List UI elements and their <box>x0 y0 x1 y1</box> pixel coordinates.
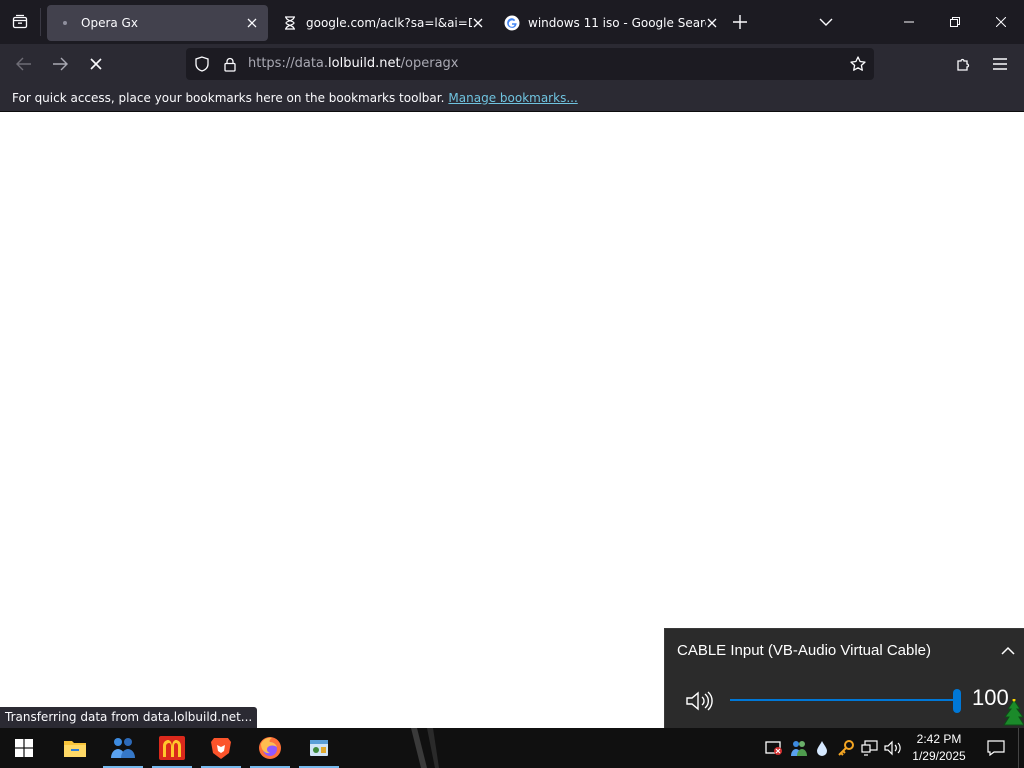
list-all-tabs-button[interactable] <box>806 0 846 44</box>
new-tab-button[interactable] <box>720 0 760 44</box>
bookmarks-hint-text: For quick access, place your bookmarks h… <box>12 90 445 105</box>
xmas-tree-cursor-icon <box>1003 699 1024 726</box>
back-button[interactable] <box>8 48 40 80</box>
network-tray-icon[interactable] <box>860 738 880 758</box>
speaker-icon[interactable] <box>685 689 713 713</box>
tab-title: windows 11 iso - Google Search <box>528 16 706 30</box>
windows-taskbar: 2:42 PM 1/29/2025 <box>0 728 1024 768</box>
brave-lion-icon <box>211 738 231 759</box>
firefox-view-button[interactable] <box>0 0 40 44</box>
tab-close-icon[interactable] <box>470 15 486 31</box>
navigation-toolbar: https://data.lolbuild.net/operagx <box>0 44 1024 84</box>
tab-close-icon[interactable] <box>244 15 260 31</box>
extensions-button[interactable] <box>948 48 980 80</box>
hourglass-icon <box>282 15 298 31</box>
bookmarks-toolbar: For quick access, place your bookmarks h… <box>0 84 1024 112</box>
tracking-shield-icon[interactable] <box>194 56 210 72</box>
status-panel: Transferring data from data.lolbuild.net… <box>0 707 258 728</box>
control-panel-taskbar-button[interactable] <box>295 728 343 768</box>
taskbar-wallpaper-mark <box>405 728 441 768</box>
network-app-tray-icon[interactable] <box>789 738 809 758</box>
key-tray-icon[interactable] <box>836 738 856 758</box>
windows-logo-icon <box>15 739 33 757</box>
network-people-icon <box>111 738 135 758</box>
close-window-button[interactable] <box>978 0 1024 44</box>
tab-opera-gx[interactable]: Opera Gx <box>47 5 268 41</box>
loading-dot-icon <box>57 15 73 31</box>
arrow-right-icon <box>53 57 68 71</box>
tab-close-icon[interactable] <box>704 15 720 31</box>
plus-icon <box>733 15 747 29</box>
restore-icon <box>950 17 960 27</box>
firefox-logo-icon <box>259 737 281 759</box>
app-menu-button[interactable] <box>984 48 1016 80</box>
control-panel-icon <box>310 740 328 756</box>
mcdonalds-taskbar-button[interactable] <box>148 728 196 768</box>
url-text[interactable]: https://data.lolbuild.net/operagx <box>248 56 458 71</box>
water-drop-tray-icon[interactable] <box>812 738 832 758</box>
defender-tray-icon[interactable] <box>764 738 784 758</box>
forward-button[interactable] <box>44 48 76 80</box>
tab-windows-11-iso[interactable]: windows 11 iso - Google Search <box>494 5 717 41</box>
brave-taskbar-button[interactable] <box>197 728 245 768</box>
taskbar-clock[interactable]: 2:42 PM 1/29/2025 <box>905 731 973 765</box>
clock-date: 1/29/2025 <box>912 749 966 763</box>
lock-icon[interactable] <box>222 56 238 72</box>
chevron-down-icon <box>819 18 833 26</box>
volume-slider-thumb[interactable] <box>953 689 961 713</box>
clock-time: 2:42 PM <box>916 732 962 746</box>
hamburger-menu-icon <box>993 58 1007 70</box>
mcdonalds-logo-icon <box>159 736 185 760</box>
stop-button[interactable] <box>80 48 112 80</box>
manage-bookmarks-link[interactable]: Manage bookmarks... <box>448 91 577 105</box>
tab-google-aclk[interactable]: google.com/aclk?sa=l&ai=DCh <box>272 5 494 41</box>
volume-slider-track[interactable] <box>730 699 960 701</box>
url-bar[interactable]: https://data.lolbuild.net/operagx <box>186 48 874 80</box>
notification-icon <box>987 740 1005 756</box>
puzzle-piece-icon <box>957 58 970 71</box>
tab-title: Opera Gx <box>81 16 138 30</box>
tab-title: google.com/aclk?sa=l&ai=DCh <box>306 16 472 30</box>
chevron-up-icon[interactable] <box>1000 643 1016 659</box>
start-button[interactable] <box>0 728 48 768</box>
network-app-taskbar-button[interactable] <box>99 728 147 768</box>
volume-flyout: CABLE Input (VB-Audio Virtual Cable) 100 <box>664 628 1024 728</box>
audio-device-name[interactable]: CABLE Input (VB-Audio Virtual Cable) <box>677 642 931 659</box>
restore-button[interactable] <box>932 0 978 44</box>
tab-strip: Opera Gx google.com/aclk?sa=l&ai=DCh win… <box>0 0 1024 44</box>
firefox-view-icon <box>12 14 28 29</box>
google-icon <box>504 15 520 31</box>
stop-x-icon <box>90 58 102 70</box>
bookmark-star-icon[interactable] <box>850 56 866 72</box>
folder-icon <box>64 741 86 757</box>
arrow-left-icon <box>16 57 31 71</box>
close-icon <box>996 17 1006 27</box>
firefox-taskbar-button[interactable] <box>246 728 294 768</box>
file-explorer-taskbar-button[interactable] <box>51 728 99 768</box>
volume-tray-icon[interactable] <box>884 738 904 758</box>
minimize-button[interactable] <box>886 0 932 44</box>
minimize-icon <box>904 21 914 23</box>
action-center-button[interactable] <box>978 728 1014 768</box>
show-desktop-button[interactable] <box>1018 728 1024 768</box>
